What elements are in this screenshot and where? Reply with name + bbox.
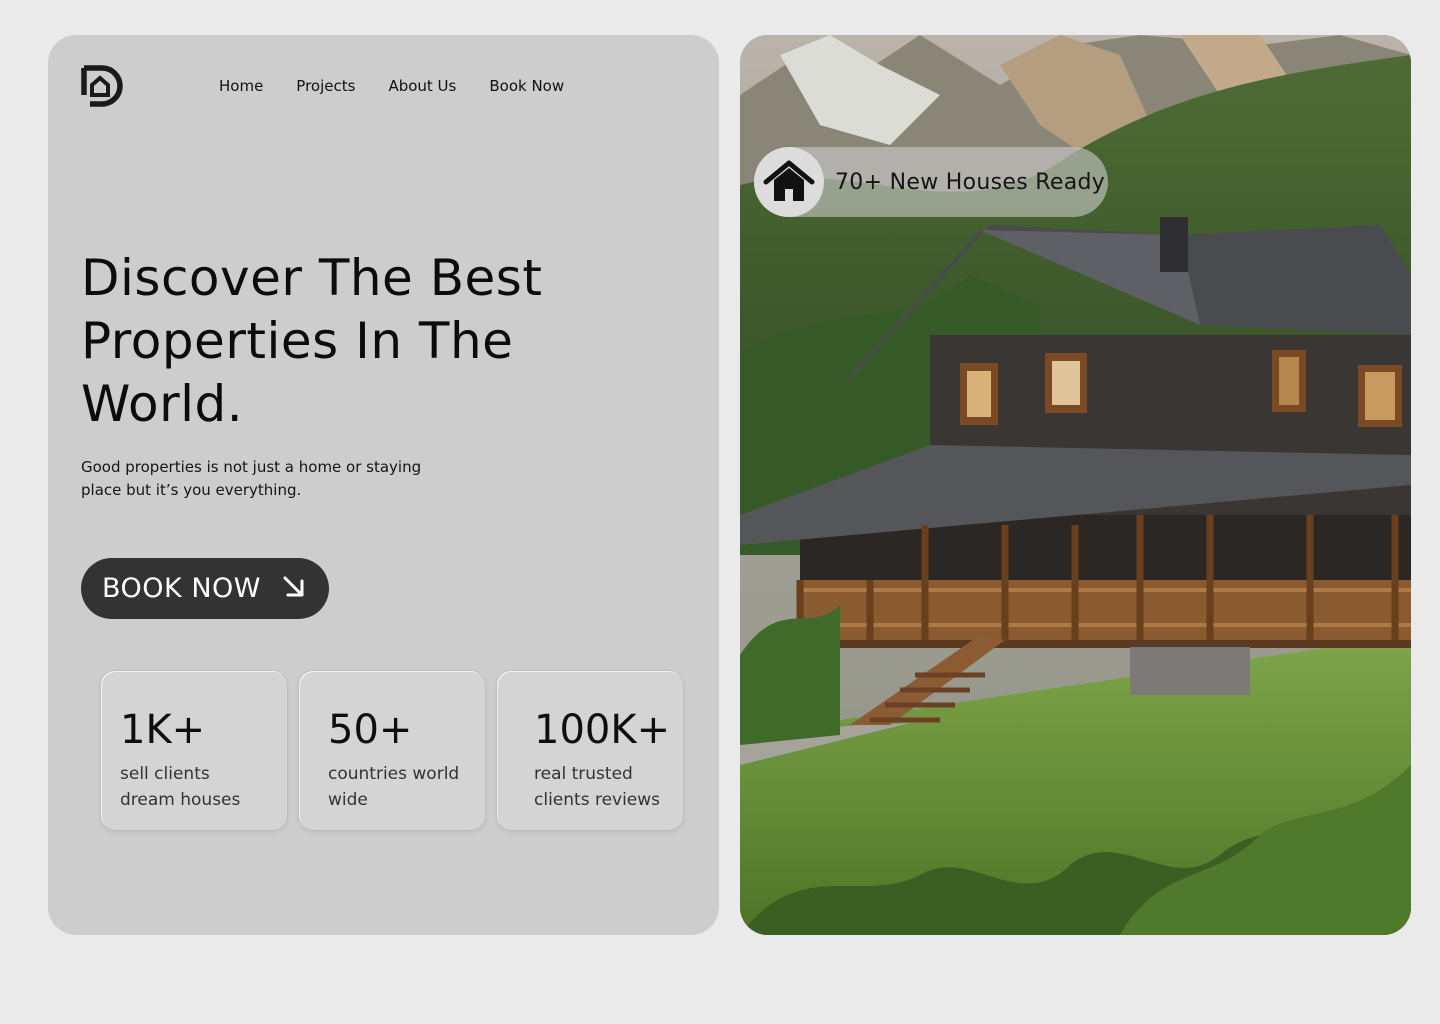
stat-card-countries: 50+ countries world wide: [299, 671, 485, 830]
stat-label-line: real trusted: [534, 764, 633, 784]
book-now-button[interactable]: BOOK NOW: [81, 558, 329, 619]
nav-projects[interactable]: Projects: [296, 77, 355, 95]
stat-value: 1K+: [120, 707, 206, 753]
stat-label-line: sell clients: [120, 764, 210, 784]
main-nav: Home Projects About Us Book Now: [219, 77, 564, 95]
stat-label: countries world wide: [328, 761, 478, 813]
houses-ready-text: 70+ New Houses Ready: [835, 169, 1106, 195]
subtitle-line-1: Good properties is not just a home or st…: [81, 458, 422, 476]
stat-label-line: dream houses: [120, 790, 241, 810]
subtitle-line-2: place but it’s you everything.: [81, 481, 302, 499]
stat-label-line: wide: [328, 790, 368, 810]
hero-subtitle: Good properties is not just a home or st…: [81, 456, 441, 502]
stat-card-clients: 1K+ sell clients dream houses: [101, 671, 287, 830]
stat-label-line: clients reviews: [534, 790, 661, 810]
page-title: Discover The Best Properties In The Worl…: [81, 247, 641, 436]
nav-home[interactable]: Home: [219, 77, 263, 95]
hero-panel: Home Projects About Us Book Now Discover…: [48, 35, 719, 935]
houses-ready-badge: 70+ New Houses Ready: [754, 147, 1108, 217]
nav-book-now[interactable]: Book Now: [489, 77, 564, 95]
hero-image: 70+ New Houses Ready: [740, 35, 1411, 935]
stat-card-reviews: 100K+ real trusted clients reviews: [497, 671, 683, 830]
house-icon-circle: [754, 147, 824, 217]
stat-label: real trusted clients reviews: [534, 761, 684, 813]
headline-line-3: World.: [81, 375, 244, 433]
arrow-down-right-icon: [283, 576, 304, 597]
book-now-label: BOOK NOW: [102, 573, 261, 604]
headline-line-1: Discover The Best: [81, 249, 543, 307]
stat-label-line: countries world: [328, 764, 460, 784]
stat-label: sell clients dream houses: [120, 761, 270, 813]
stat-value: 100K+: [534, 707, 671, 753]
stat-value: 50+: [328, 707, 413, 753]
headline-line-2: Properties In The: [81, 312, 514, 370]
logo-icon[interactable]: [81, 65, 123, 107]
nav-about-us[interactable]: About Us: [388, 77, 456, 95]
house-icon: [763, 160, 815, 201]
